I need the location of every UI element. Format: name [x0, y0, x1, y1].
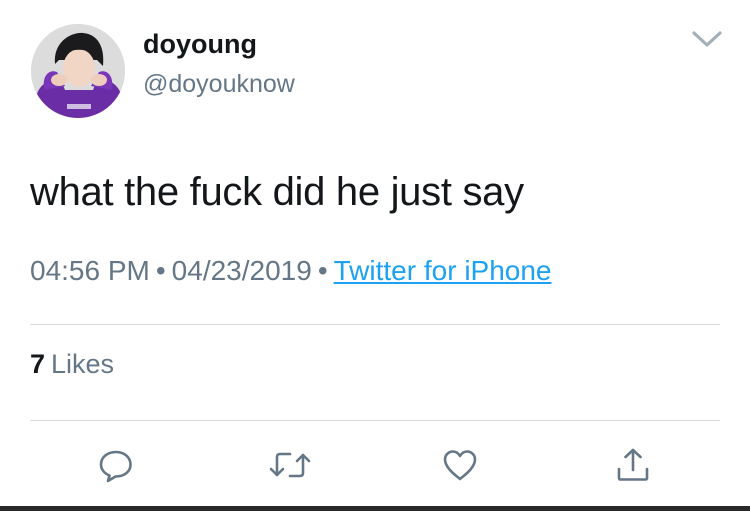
avatar[interactable]: [31, 24, 125, 118]
reply-icon: [99, 450, 132, 483]
chevron-down-icon[interactable]: [690, 27, 724, 51]
like-button[interactable]: [440, 445, 480, 485]
handle[interactable]: @doyouknow: [143, 70, 295, 99]
tweet-date: 04/23/2019: [171, 255, 312, 286]
like-icon: [443, 450, 477, 481]
share-button[interactable]: [613, 445, 653, 485]
retweet-icon: [269, 452, 311, 478]
tweet-meta: 04:56 PM • 04/23/2019 • Twitter for iPhone: [30, 255, 552, 287]
meta-separator: •: [317, 255, 328, 286]
tweet-text: what the fuck did he just say: [30, 170, 524, 214]
tweet-time: 04:56 PM: [30, 255, 150, 286]
likes-count: 7: [30, 349, 46, 379]
meta-separator: •: [155, 255, 166, 286]
reply-button[interactable]: [96, 445, 136, 485]
retweet-button[interactable]: [268, 445, 311, 485]
display-name[interactable]: doyoung: [143, 29, 257, 60]
tweet-detail: doyoung @doyouknow what the fuck did he …: [0, 0, 750, 511]
tweet-source-link[interactable]: Twitter for iPhone: [334, 255, 552, 286]
bottom-edge: [0, 506, 750, 511]
likes-label: Likes: [51, 349, 115, 379]
divider: [30, 324, 720, 325]
divider: [30, 420, 720, 421]
profile-photo-icon: [31, 24, 125, 118]
share-icon: [617, 448, 649, 481]
likes-stat[interactable]: 7 Likes: [30, 349, 114, 380]
